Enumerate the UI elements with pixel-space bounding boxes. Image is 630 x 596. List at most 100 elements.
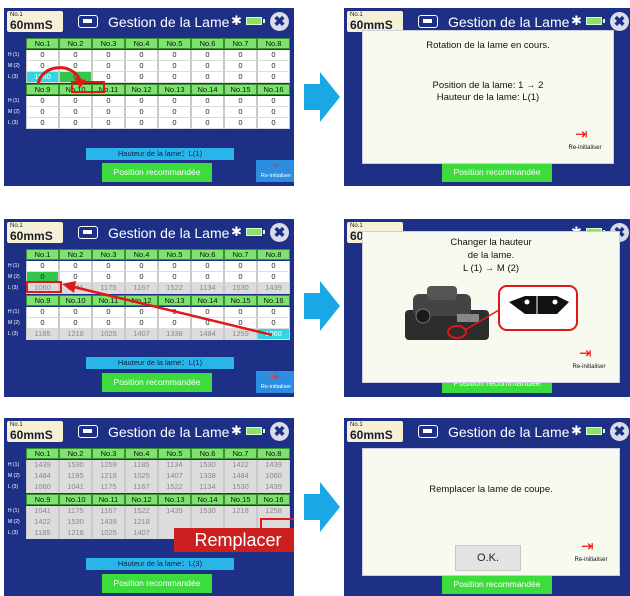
mode-badge[interactable]: No.1 60mmS — [347, 421, 403, 442]
blade-cell[interactable]: 1218 — [224, 506, 257, 517]
blade-cell[interactable]: 0 — [125, 261, 158, 272]
blade-cell[interactable]: 1218 — [59, 528, 92, 539]
reinit-button[interactable]: ⇥ Re-initialiser — [256, 160, 294, 182]
blade-cell[interactable]: 1422 — [224, 460, 257, 471]
blade-cell[interactable]: 0 — [59, 107, 92, 118]
blade-cell[interactable]: 0 — [26, 261, 59, 272]
blade-cell[interactable]: 0 — [59, 118, 92, 129]
reinit-button[interactable]: ⇥ Re-initialiser — [557, 127, 613, 157]
blade-cell[interactable]: 0 — [257, 96, 290, 107]
blade-cell[interactable]: 0 — [26, 307, 59, 318]
close-button[interactable]: ✖ — [610, 12, 629, 31]
blade-cell[interactable]: 1530 — [59, 517, 92, 528]
blade-cell[interactable]: 0 — [92, 61, 125, 72]
blade-cell[interactable]: 0 — [26, 318, 59, 329]
blade-cell[interactable]: 1530 — [59, 460, 92, 471]
blade-cell[interactable]: 1134 — [158, 460, 191, 471]
blade-cell[interactable]: 1025 — [92, 528, 125, 539]
reinit-button[interactable]: ⇥ Re-initialiser — [563, 539, 619, 569]
blade-cell[interactable]: 1439 — [257, 482, 290, 493]
blade-cell[interactable]: 1484 — [224, 471, 257, 482]
blade-cell[interactable]: 0 — [59, 50, 92, 61]
blade-cell[interactable]: 0 — [191, 118, 224, 129]
blade-cell[interactable]: 0 — [257, 72, 290, 83]
blade-cell[interactable]: 0 — [92, 118, 125, 129]
ok-button[interactable]: O.K. — [455, 545, 521, 571]
close-button[interactable]: ✖ — [610, 422, 629, 441]
blade-cell[interactable]: 0 — [158, 72, 191, 83]
blade-cell[interactable]: 1439 — [158, 506, 191, 517]
blade-cell[interactable]: 0 — [191, 107, 224, 118]
blade-cell[interactable]: 0 — [257, 50, 290, 61]
blade-cell[interactable]: 1185 — [26, 528, 59, 539]
blade-cell[interactable]: 0 — [26, 107, 59, 118]
blade-cell[interactable]: 1185 — [59, 471, 92, 482]
blade-cell[interactable] — [224, 517, 257, 528]
blade-cell[interactable]: 0 — [158, 107, 191, 118]
blade-cell[interactable]: 0 — [224, 107, 257, 118]
blade-cell[interactable]: 0 — [191, 261, 224, 272]
blade-cell[interactable]: 1259 — [92, 460, 125, 471]
blade-cell[interactable]: 0 — [125, 61, 158, 72]
blade-cell[interactable]: 1407 — [125, 528, 158, 539]
blade-cell[interactable]: 1338 — [191, 471, 224, 482]
mode-badge[interactable]: No.1 60mmS — [7, 11, 63, 32]
recommended-position-button[interactable]: Position recommandée — [442, 575, 552, 594]
blade-cell[interactable] — [158, 517, 191, 528]
blade-cell[interactable]: 0 — [224, 261, 257, 272]
blade-cell[interactable]: 1407 — [158, 471, 191, 482]
blade-cell[interactable]: 1041 — [26, 506, 59, 517]
blade-cell[interactable]: 0 — [92, 50, 125, 61]
blade-cell[interactable]: 1258 — [257, 506, 290, 517]
blade-cell[interactable]: 1185 — [26, 329, 59, 340]
recommended-position-button[interactable]: Position recommandée — [102, 574, 212, 593]
blade-cell[interactable]: 1530 — [191, 460, 224, 471]
blade-cell[interactable]: 1060 — [257, 471, 290, 482]
blade-cell[interactable]: 1175 — [59, 506, 92, 517]
blade-cell[interactable]: 0 — [158, 50, 191, 61]
blade-cell[interactable]: 1167 — [125, 482, 158, 493]
blade-cell[interactable]: 0 — [92, 96, 125, 107]
blade-cell[interactable]: 0 — [191, 96, 224, 107]
blade-cell[interactable]: 0 — [257, 61, 290, 72]
mode-badge[interactable]: No.1 60mmS — [7, 421, 63, 442]
blade-cell[interactable]: 1530 — [224, 482, 257, 493]
blade-cell[interactable]: 0 — [224, 72, 257, 83]
blade-cell[interactable]: 0 — [257, 118, 290, 129]
blade-cell[interactable]: 0 — [125, 72, 158, 83]
reinit-button[interactable]: ⇥ Re-initialiser — [256, 371, 294, 393]
blade-cell[interactable]: 0 — [92, 261, 125, 272]
blade-cell[interactable]: 1025 — [125, 471, 158, 482]
blade-cell[interactable]: 0 — [125, 118, 158, 129]
blade-cell[interactable]: 0 — [224, 118, 257, 129]
reinit-button[interactable]: ⇥ Re-initialiser — [561, 346, 617, 376]
blade-cell[interactable]: 1522 — [125, 506, 158, 517]
mode-badge[interactable]: No.1 60mmS — [347, 11, 403, 32]
recommended-position-button[interactable]: Position recommandée — [102, 163, 212, 182]
blade-cell[interactable]: 0 — [191, 72, 224, 83]
blade-cell[interactable]: 0 — [224, 50, 257, 61]
blade-cell[interactable]: 1422 — [26, 517, 59, 528]
blade-cell[interactable] — [191, 517, 224, 528]
close-button[interactable]: ✖ — [270, 223, 289, 242]
blade-cell[interactable]: 0 — [158, 96, 191, 107]
blade-cell[interactable]: 1218 — [92, 471, 125, 482]
blade-cell[interactable]: 1218 — [125, 517, 158, 528]
blade-cell[interactable]: 0 — [191, 61, 224, 72]
blade-cell[interactable]: 1134 — [191, 482, 224, 493]
blade-cell[interactable]: 0 — [125, 107, 158, 118]
blade-cell[interactable]: 1060 — [26, 482, 59, 493]
blade-cell[interactable]: 0 — [125, 96, 158, 107]
blade-cell[interactable]: 0 — [158, 61, 191, 72]
blade-cell[interactable]: 0 — [59, 261, 92, 272]
blade-cell[interactable]: 0 — [92, 107, 125, 118]
close-button[interactable]: ✖ — [270, 12, 289, 31]
blade-cell[interactable]: 1522 — [158, 482, 191, 493]
blade-cell[interactable]: 1439 — [92, 517, 125, 528]
blade-cell[interactable]: 0 — [26, 96, 59, 107]
blade-cell[interactable]: 0 — [224, 61, 257, 72]
blade-cell[interactable]: 1175 — [92, 482, 125, 493]
blade-cell[interactable]: 0 — [26, 50, 59, 61]
blade-cell[interactable]: 1041 — [59, 482, 92, 493]
blade-cell[interactable]: 1439 — [26, 460, 59, 471]
